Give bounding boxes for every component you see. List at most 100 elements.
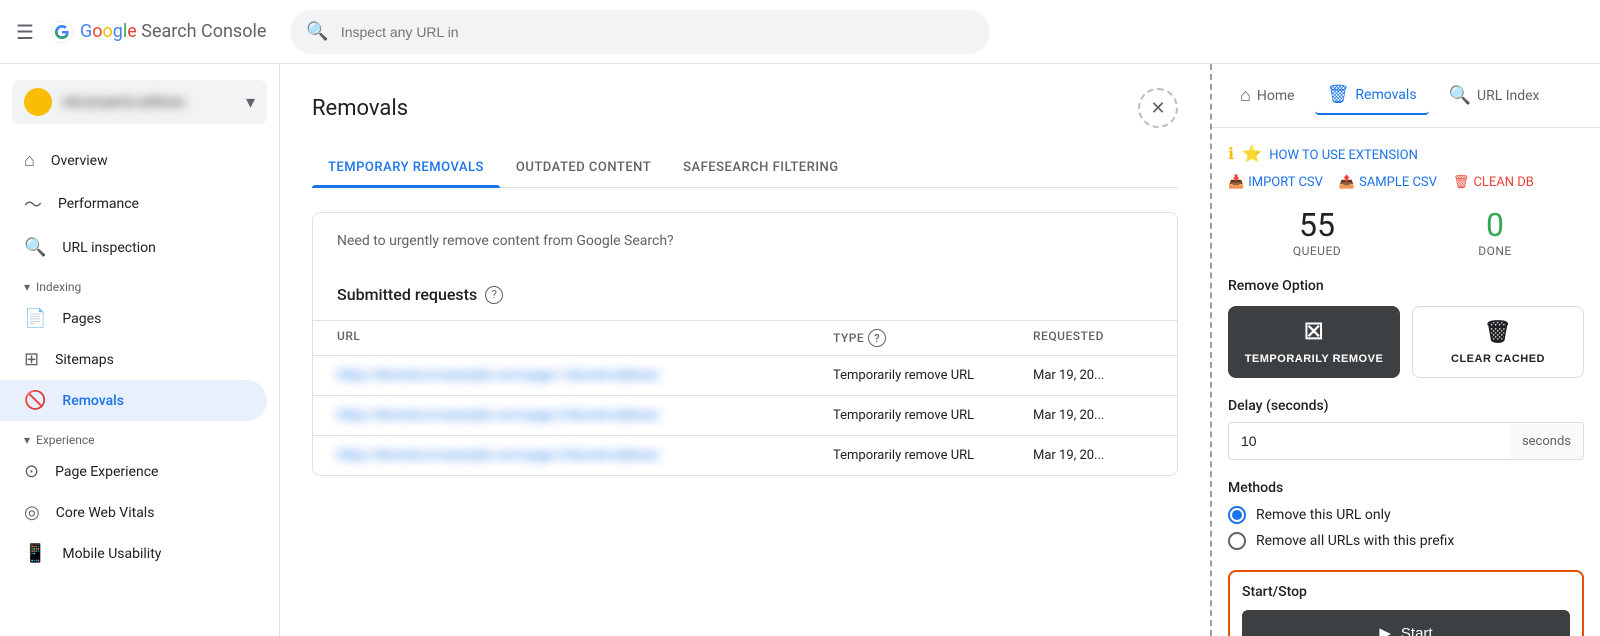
radio-unselected-icon (1228, 532, 1246, 550)
removals-icon: 🚫 (24, 390, 46, 411)
home-icon: ⌂ (1240, 85, 1251, 106)
done-label: DONE (1406, 244, 1584, 258)
chevron-down-icon: ▾ (246, 92, 255, 113)
indexing-section: ▾ Indexing (0, 268, 279, 298)
experience-label: Experience (36, 433, 95, 447)
clear-cached-button[interactable]: 🗑 CLEAR CACHED (1412, 306, 1584, 378)
sidebar-item-label: Removals (62, 393, 124, 409)
remove-options: ☒ TEMPORARILY REMOVE 🗑 CLEAR CACHED (1228, 306, 1584, 378)
submitted-requests-label: Submitted requests (337, 285, 477, 304)
stats-row: 55 QUEUED 0 DONE (1228, 206, 1584, 258)
performance-icon: 〜 (24, 191, 42, 217)
indexing-label: Indexing (36, 280, 81, 294)
app-title: Google Search Console (80, 21, 266, 42)
method-url-prefix[interactable]: Remove all URLs with this prefix (1228, 532, 1584, 550)
remove-option-title: Remove Option (1228, 278, 1584, 294)
action-links: 📥 IMPORT CSV 📤 SAMPLE CSV 🗑 CLEAN DB (1228, 175, 1584, 190)
right-panel: ⌂ Home 🗑 Removals 🔍 URL Index ℹ ⭐ HOW TO… (1210, 64, 1600, 636)
start-button[interactable]: ▶ Start (1242, 610, 1570, 636)
row-date: Mar 19, 20... (1033, 368, 1153, 383)
mobile-usability-icon: 📱 (24, 543, 46, 564)
sidebar-item-performance[interactable]: 〜 Performance (0, 181, 267, 227)
sidebar-item-label: Pages (62, 311, 101, 327)
removals-nav-icon: 🗑 (1327, 84, 1350, 105)
panel-body: ℹ ⭐ HOW TO USE EXTENSION 📥 IMPORT CSV 📤 … (1212, 128, 1600, 636)
tabs: TEMPORARY REMOVALS OUTDATED CONTENT SAFE… (312, 148, 1178, 188)
sidebar-item-pages[interactable]: 📄 Pages (0, 298, 267, 339)
clean-db-link[interactable]: 🗑 CLEAN DB (1453, 175, 1534, 190)
col-url-header: URL (337, 329, 833, 347)
layout: site-property-address ▾ ⌂ Overview 〜 Per… (0, 64, 1600, 636)
clear-cached-label: CLEAR CACHED (1451, 353, 1545, 365)
avatar (24, 88, 52, 116)
sidebar-item-url-inspection[interactable]: 🔍 URL inspection (0, 227, 267, 268)
sidebar-item-overview[interactable]: ⌂ Overview (0, 140, 267, 181)
temporarily-remove-button[interactable]: ☒ TEMPORARILY REMOVE (1228, 306, 1400, 378)
panel-nav-removals[interactable]: 🗑 Removals (1315, 76, 1429, 115)
menu-icon[interactable]: ☰ (16, 20, 34, 44)
sidebar-item-mobile-usability[interactable]: 📱 Mobile Usability (0, 533, 267, 574)
import-icon: 📥 (1228, 175, 1244, 190)
sidebar-item-page-experience[interactable]: ⊙ Page Experience (0, 451, 267, 492)
panel-nav-home[interactable]: ⌂ Home (1228, 77, 1307, 114)
import-csv-label: IMPORT CSV (1248, 175, 1323, 190)
delay-input[interactable] (1229, 423, 1510, 459)
sidebar-item-label: Performance (58, 196, 139, 212)
temporarily-remove-label: TEMPORARILY REMOVE (1245, 353, 1384, 365)
url-index-icon: 🔍 (1449, 85, 1471, 106)
property-selector[interactable]: site-property-address ▾ (12, 80, 267, 124)
sidebar-item-label: Mobile Usability (62, 546, 161, 562)
google-logo-icon (50, 20, 74, 44)
sample-icon: 📤 (1339, 175, 1355, 190)
tab-safesearch-filtering[interactable]: SAFESEARCH FILTERING (667, 148, 854, 187)
sidebar-item-core-web-vitals[interactable]: ◎ Core Web Vitals (0, 492, 267, 533)
delay-section: Delay (seconds) seconds (1228, 398, 1584, 460)
sample-csv-label: SAMPLE CSV (1359, 175, 1437, 190)
main-content: Removals ✕ TEMPORARY REMOVALS OUTDATED C… (280, 64, 1210, 636)
property-name: site-property-address (62, 95, 246, 110)
topbar: ☰ Google Search Console 🔍 (0, 0, 1600, 64)
queued-label: QUEUED (1228, 244, 1406, 258)
tab-temporary-removals[interactable]: TEMPORARY REMOVALS (312, 148, 500, 187)
panel-nav-url-index[interactable]: 🔍 URL Index (1437, 77, 1552, 114)
sidebar-item-sitemaps[interactable]: ⊞ Sitemaps (0, 339, 267, 380)
done-stat: 0 DONE (1406, 206, 1584, 258)
start-stop-label: Start/Stop (1242, 584, 1570, 600)
close-button[interactable]: ✕ (1138, 88, 1178, 128)
queued-count: 55 (1228, 206, 1406, 244)
panel-nav-label: URL Index (1477, 88, 1540, 104)
sidebar-item-label: Page Experience (55, 464, 158, 480)
methods-title: Methods (1228, 480, 1584, 496)
row-type: Temporarily remove URL (833, 408, 1033, 423)
start-stop-section: Start/Stop ▶ Start (1228, 570, 1584, 636)
method-url-only-label: Remove this URL only (1256, 507, 1391, 523)
extension-link-text: HOW TO USE EXTENSION (1269, 148, 1418, 163)
tab-outdated-content[interactable]: OUTDATED CONTENT (500, 148, 667, 187)
logo: Google Search Console (50, 20, 266, 44)
play-icon: ▶ (1379, 624, 1391, 636)
table-row: https://blurred-url-example.com/page-1-b… (313, 356, 1177, 396)
table-row: https://blurred-url-example.com/page-3-b… (313, 436, 1177, 475)
search-input[interactable] (341, 24, 975, 40)
start-button-label: Start (1401, 625, 1433, 636)
radio-selected-icon (1228, 506, 1246, 524)
core-web-vitals-icon: ◎ (24, 502, 40, 523)
sidebar-item-label: Overview (51, 153, 108, 169)
sidebar-item-label: URL inspection (62, 240, 155, 256)
type-help-icon[interactable]: ? (868, 329, 886, 347)
sidebar-item-removals[interactable]: 🚫 Removals (0, 380, 267, 421)
help-icon[interactable]: ? (485, 286, 503, 304)
sample-csv-link[interactable]: 📤 SAMPLE CSV (1339, 175, 1437, 190)
row-url: https://blurred-url-example.com/page-1-b… (337, 368, 833, 383)
search-bar[interactable]: 🔍 (290, 10, 990, 54)
import-csv-link[interactable]: 📥 IMPORT CSV (1228, 175, 1323, 190)
sidebar-item-label: Sitemaps (55, 352, 114, 368)
method-url-only[interactable]: Remove this URL only (1228, 506, 1584, 524)
sitemaps-icon: ⊞ (24, 349, 39, 370)
home-icon: ⌂ (24, 150, 35, 171)
method-url-prefix-label: Remove all URLs with this prefix (1256, 533, 1454, 549)
panel-nav-label: Removals (1355, 87, 1416, 103)
row-type: Temporarily remove URL (833, 448, 1033, 463)
extension-link[interactable]: ℹ ⭐ HOW TO USE EXTENSION (1228, 144, 1584, 163)
clean-db-label: CLEAN DB (1473, 175, 1533, 190)
